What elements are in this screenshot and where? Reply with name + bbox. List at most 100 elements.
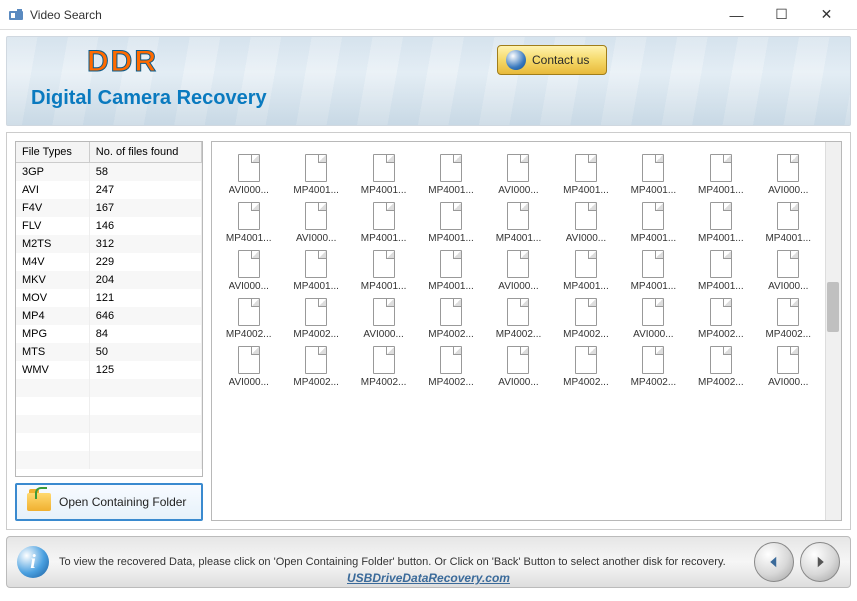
file-item[interactable]: AVI000... [756,344,821,390]
cell-type: AVI [16,181,89,199]
file-label: MP4001... [698,185,744,196]
file-item[interactable]: MP4002... [216,296,281,342]
file-item[interactable]: AVI000... [621,296,686,342]
file-item[interactable]: MP4001... [688,200,753,246]
cell-count: 58 [89,163,201,181]
main-content: File Types No. of files found 3GP58AVI24… [6,132,851,530]
col-file-types[interactable]: File Types [16,142,89,163]
file-item[interactable]: AVI000... [283,200,348,246]
file-item[interactable]: MP4002... [418,344,483,390]
file-item[interactable]: MP4002... [418,296,483,342]
file-icon [305,298,327,326]
file-item[interactable]: AVI000... [216,344,281,390]
file-item[interactable]: MP4001... [621,152,686,198]
minimize-button[interactable]: — [714,0,759,29]
file-item[interactable]: MP4001... [283,248,348,294]
file-item[interactable]: MP4001... [688,248,753,294]
file-types-table: File Types No. of files found 3GP58AVI24… [15,141,203,477]
file-label: MP4002... [428,377,474,388]
file-item[interactable]: AVI000... [756,152,821,198]
file-item[interactable]: AVI000... [486,344,551,390]
file-icon [710,346,732,374]
file-icon [373,202,395,230]
cell-type: MKV [16,271,89,289]
file-item[interactable]: MP4002... [283,344,348,390]
file-item[interactable]: AVI000... [351,296,416,342]
left-panel: File Types No. of files found 3GP58AVI24… [15,141,203,521]
table-row[interactable]: MTS50 [16,343,202,361]
file-item[interactable]: MP4002... [553,296,618,342]
file-item[interactable]: MP4001... [216,200,281,246]
file-item[interactable]: AVI000... [486,248,551,294]
file-item[interactable]: AVI000... [216,152,281,198]
table-row[interactable]: AVI247 [16,181,202,199]
table-row[interactable]: MPG84 [16,325,202,343]
file-item[interactable]: MP4001... [418,200,483,246]
file-icon [575,202,597,230]
table-row[interactable]: FLV146 [16,217,202,235]
file-item[interactable]: MP4002... [688,344,753,390]
file-label: AVI000... [768,185,808,196]
table-row[interactable]: 3GP58 [16,163,202,181]
file-item[interactable]: MP4002... [756,296,821,342]
file-item[interactable]: MP4001... [621,248,686,294]
file-item[interactable]: MP4001... [621,200,686,246]
file-item[interactable]: MP4001... [283,152,348,198]
file-item[interactable]: MP4001... [418,152,483,198]
cell-count: 646 [89,307,201,325]
table-row[interactable]: M4V229 [16,253,202,271]
file-item[interactable]: MP4002... [688,296,753,342]
cell-count: 146 [89,217,201,235]
file-icon [777,154,799,182]
file-icon [507,298,529,326]
footer-url[interactable]: USBDriveDataRecovery.com [347,571,510,585]
open-containing-folder-button[interactable]: Open Containing Folder [15,483,203,521]
table-row[interactable]: MP4646 [16,307,202,325]
file-item[interactable]: MP4001... [486,200,551,246]
col-count[interactable]: No. of files found [89,142,201,163]
file-icon [575,346,597,374]
file-item[interactable]: MP4001... [756,200,821,246]
file-item[interactable]: MP4001... [351,200,416,246]
file-item[interactable]: MP4001... [418,248,483,294]
maximize-button[interactable]: ☐ [759,0,804,29]
scrollbar-thumb[interactable] [827,282,839,332]
file-item[interactable]: MP4002... [621,344,686,390]
cell-type: 3GP [16,163,89,181]
file-label: MP4001... [428,185,474,196]
file-grid[interactable]: AVI000...MP4001...MP4001...MP4001...AVI0… [212,142,825,520]
file-item[interactable]: MP4002... [351,344,416,390]
next-button[interactable] [800,542,840,582]
file-icon [238,202,260,230]
file-label: MP4002... [293,377,339,388]
contact-us-button[interactable]: Contact us [497,45,607,75]
file-icon [440,346,462,374]
close-button[interactable]: ✕ [804,0,849,29]
file-item[interactable]: MP4001... [351,152,416,198]
file-item[interactable]: MP4001... [553,248,618,294]
window-title: Video Search [30,8,714,22]
file-label: MP4001... [563,185,609,196]
file-item[interactable]: MP4001... [553,152,618,198]
table-row[interactable]: MKV204 [16,271,202,289]
vertical-scrollbar[interactable] [825,142,841,520]
file-item[interactable]: AVI000... [216,248,281,294]
arrow-right-icon [811,553,829,571]
file-item[interactable]: MP4002... [553,344,618,390]
back-button[interactable] [754,542,794,582]
table-row[interactable]: WMV125 [16,361,202,379]
file-item[interactable]: AVI000... [756,248,821,294]
file-item[interactable]: MP4001... [351,248,416,294]
file-label: AVI000... [229,185,269,196]
file-item[interactable]: MP4002... [486,296,551,342]
file-item[interactable]: AVI000... [486,152,551,198]
file-item[interactable]: MP4002... [283,296,348,342]
file-label: MP4001... [631,185,677,196]
table-row[interactable]: M2TS312 [16,235,202,253]
table-row[interactable]: F4V167 [16,199,202,217]
app-icon [8,7,24,23]
table-row[interactable]: MOV121 [16,289,202,307]
table-row-empty [16,451,202,469]
file-item[interactable]: MP4001... [688,152,753,198]
file-item[interactable]: AVI000... [553,200,618,246]
